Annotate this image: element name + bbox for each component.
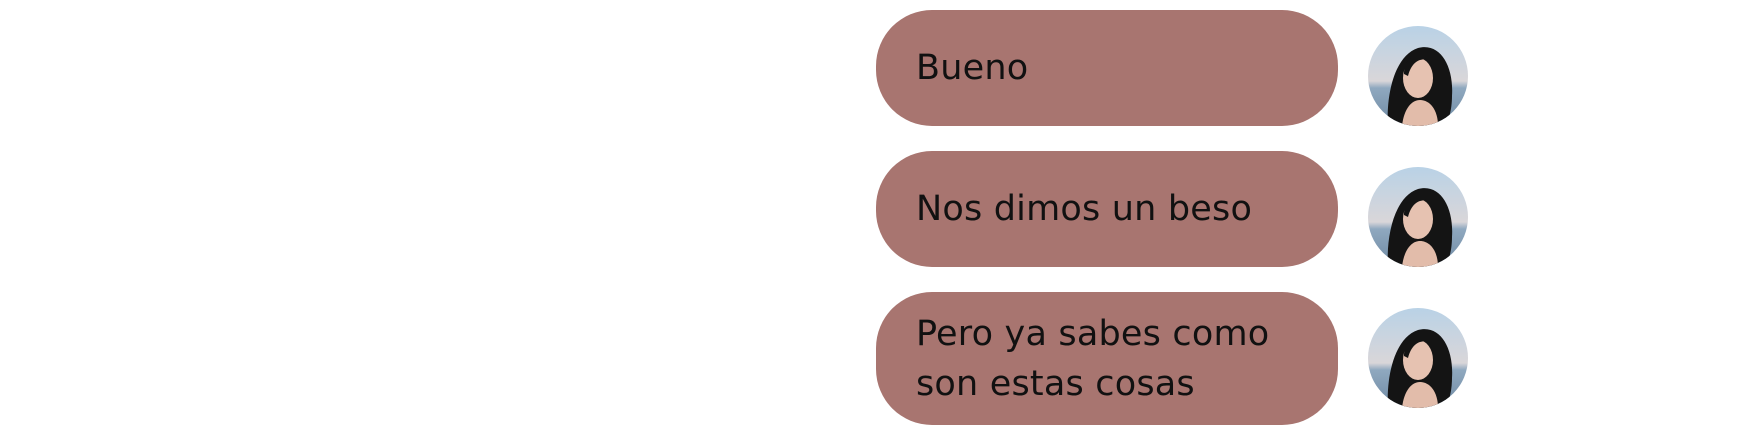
user-avatar-icon[interactable]	[1368, 26, 1468, 126]
message-bubble[interactable]: Bueno	[876, 10, 1338, 126]
user-avatar-icon[interactable]	[1368, 167, 1468, 267]
message-bubble[interactable]: Nos dimos un beso	[876, 151, 1338, 267]
user-avatar-icon[interactable]	[1368, 308, 1468, 408]
message-text: Bueno	[916, 48, 1029, 88]
message-row: Bueno	[0, 10, 1748, 126]
message-row: Nos dimos un beso	[0, 151, 1748, 267]
message-bubble[interactable]: Pero ya sabes como son estas cosas	[876, 292, 1338, 425]
message-text: Nos dimos un beso	[916, 189, 1253, 229]
message-text: Pero ya sabes como son estas cosas	[916, 313, 1270, 404]
chat-thread: Bueno Nos dimos un beso Pero ya sabes co…	[0, 0, 1748, 432]
message-row: Pero ya sabes como son estas cosas	[0, 292, 1748, 425]
